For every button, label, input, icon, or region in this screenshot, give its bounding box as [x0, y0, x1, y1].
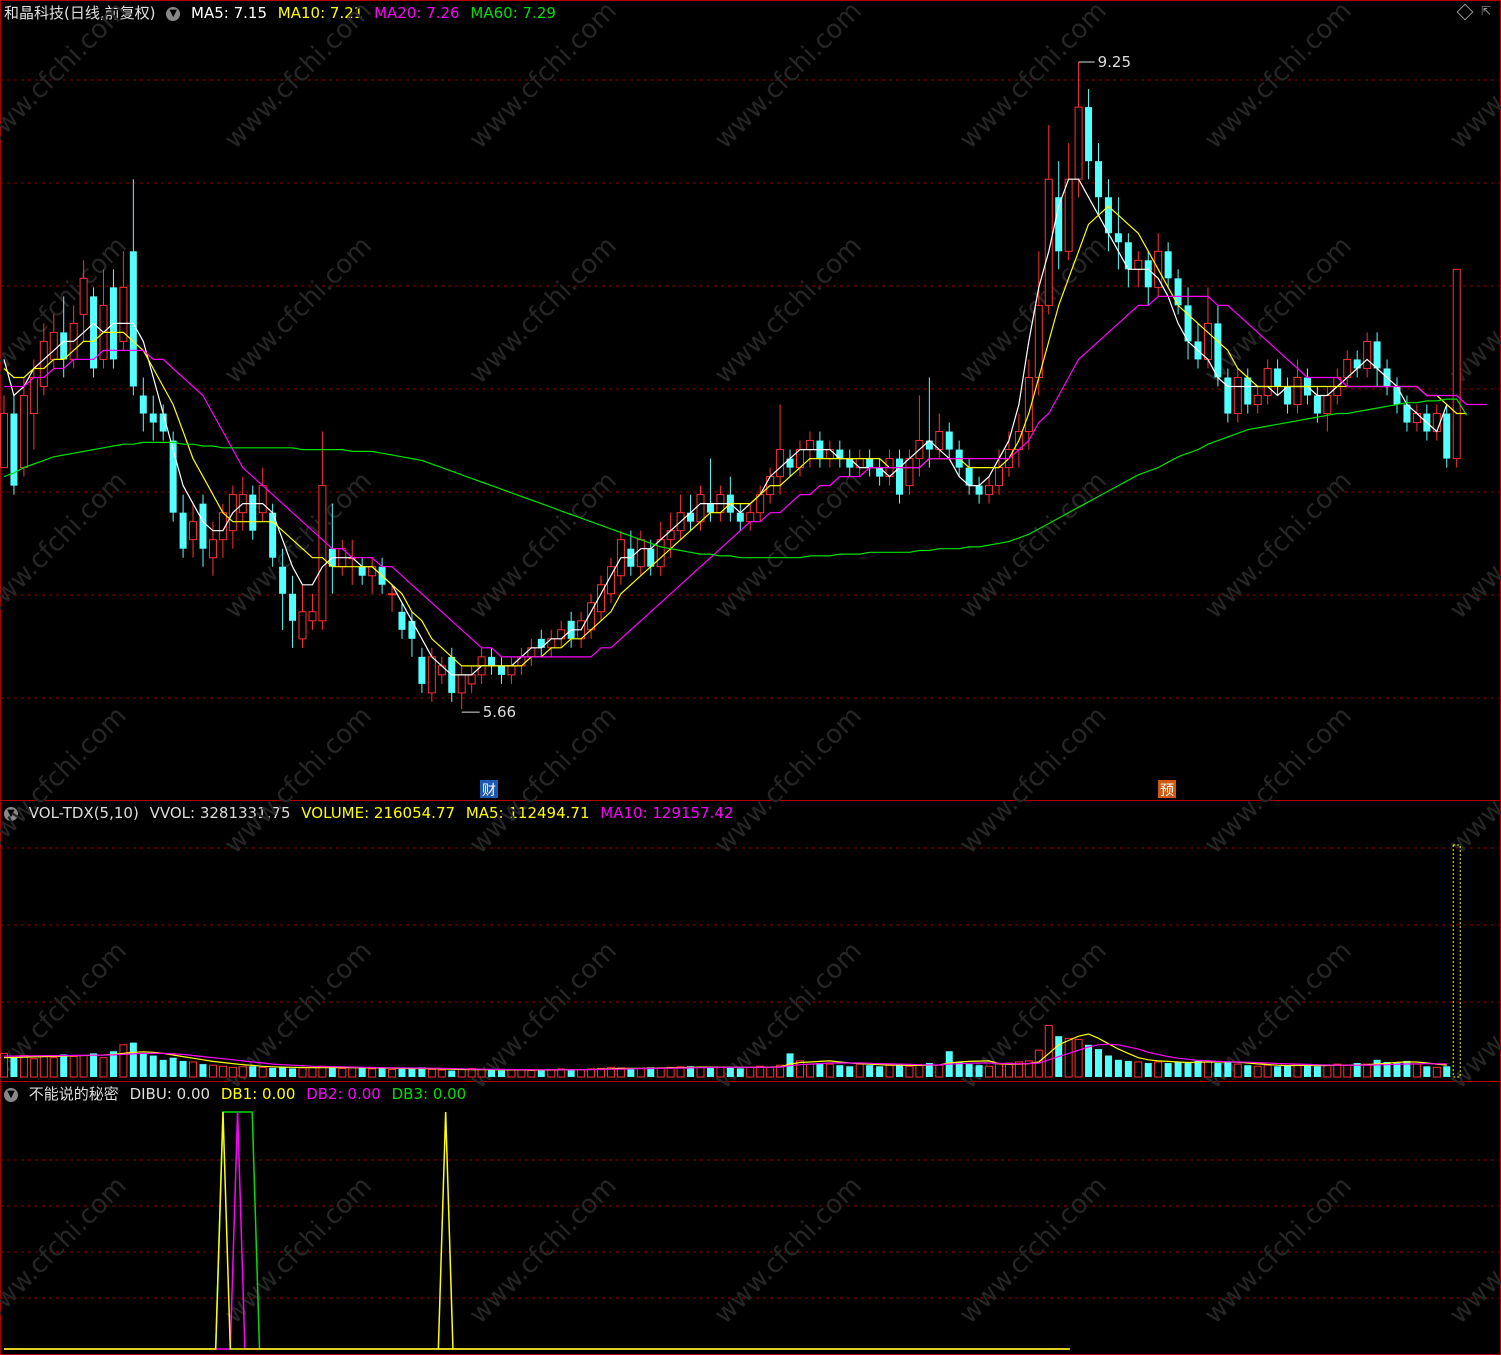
volume-panel-header: ▼ VOL-TDX(5,10) VVOL: 3281331.75 VOLUME:…: [0, 802, 740, 824]
volume-title: VOL-TDX(5,10): [28, 804, 139, 822]
legend-db2: DB2: 0.00: [306, 1085, 381, 1103]
panel-separator: [0, 1081, 1501, 1082]
volume-panel-menu-button[interactable]: ▼: [4, 806, 18, 821]
price-panel-header: 和晶科技(日线,前复权) ▼ MA5: 7.15 MA10: 7.21 MA20…: [0, 2, 562, 24]
legend-dibu: DIBU: 0.00: [129, 1085, 211, 1103]
legend-volume: VOLUME: 216054.77: [301, 804, 456, 822]
corner-icon[interactable]: ⇱: [1481, 5, 1493, 17]
legend-ma20: MA20: 7.26: [374, 4, 460, 22]
legend-db1: DB1: 0.00: [220, 1085, 296, 1103]
panel-separator: [0, 800, 1501, 801]
legend-vvol: VVOL: 3281331.75: [149, 804, 291, 822]
chart-frame: [0, 0, 1501, 1355]
legend-db3: DB3: 0.00: [391, 1085, 467, 1103]
stock-title: 和晶科技(日线,前复权): [4, 4, 156, 22]
price-panel-menu-button[interactable]: ▼: [166, 6, 181, 21]
legend-ma10: MA10: 7.21: [277, 4, 364, 22]
indicator-panel-menu-button[interactable]: ▼: [4, 1087, 18, 1102]
indicator-title: 不能说的秘密: [28, 1085, 119, 1103]
legend-vol-ma5: MA5: 112494.71: [465, 804, 590, 822]
legend-vol-ma10: MA10: 129157.42: [600, 804, 734, 822]
legend-ma60: MA60: 7.29: [470, 4, 556, 22]
legend-ma5: MA5: 7.15: [191, 4, 268, 22]
indicator-panel-header: ▼ 不能说的秘密 DIBU: 0.00 DB1: 0.00 DB2: 0.00 …: [0, 1083, 472, 1105]
